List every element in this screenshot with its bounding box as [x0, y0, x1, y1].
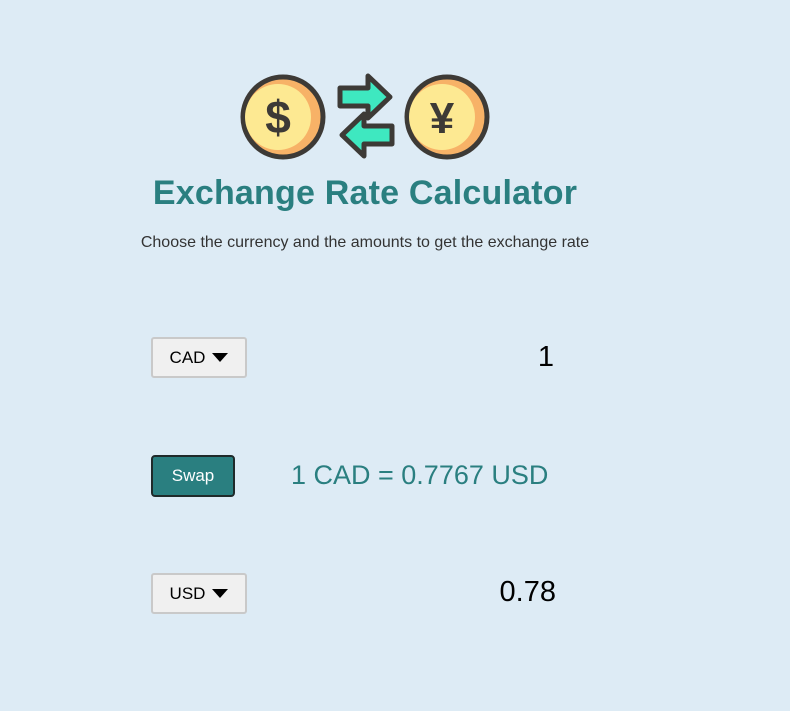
- dollar-coin-icon: $: [240, 74, 326, 160]
- yen-coin-icon: ¥: [404, 74, 490, 160]
- chevron-down-icon: [212, 353, 229, 362]
- exchange-arrows-icon: [337, 73, 395, 159]
- page-title: Exchange Rate Calculator: [152, 174, 578, 212]
- exchange-logo: $ ¥: [240, 70, 492, 160]
- exchange-rate-text: 1 CAD = 0.7767 USD: [291, 460, 549, 490]
- svg-text:¥: ¥: [430, 94, 455, 143]
- to-amount-input[interactable]: [356, 576, 556, 609]
- page-subtitle: Choose the currency and the amounts to g…: [140, 234, 590, 251]
- exchange-logo-svg: $ ¥: [240, 73, 490, 160]
- to-currency-value: USD: [169, 583, 206, 603]
- from-currency-select[interactable]: CAD: [151, 337, 247, 378]
- from-currency-value: CAD: [169, 347, 206, 367]
- swap-button[interactable]: Swap: [151, 455, 235, 497]
- chevron-down-icon: [212, 589, 229, 598]
- from-amount-input[interactable]: [354, 341, 554, 374]
- svg-text:$: $: [265, 91, 291, 143]
- to-currency-select[interactable]: USD: [151, 573, 247, 614]
